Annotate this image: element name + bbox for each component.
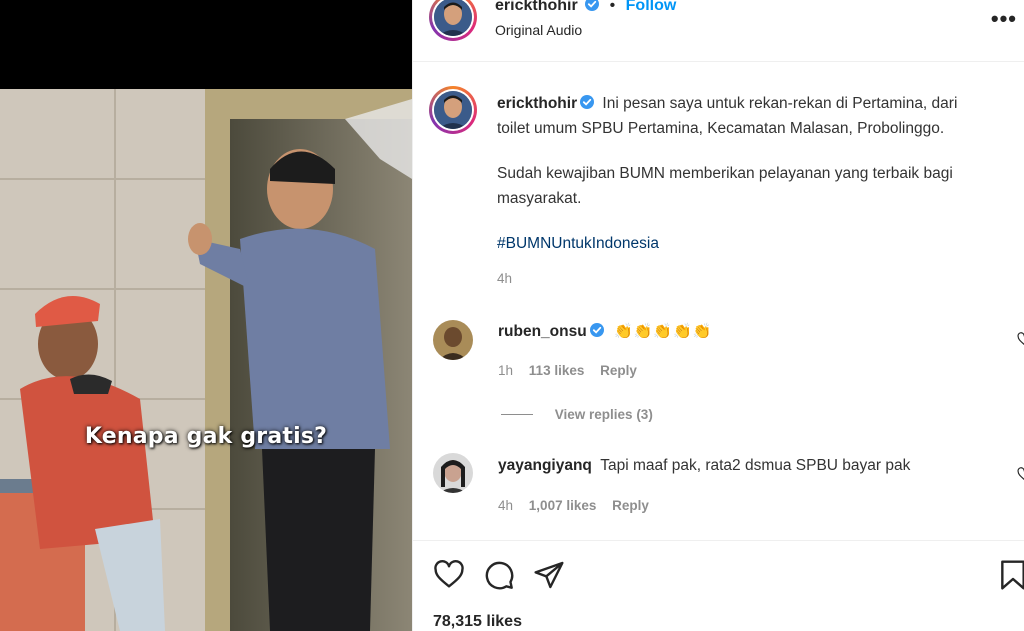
comment-likes[interactable]: 1,007 likes — [529, 498, 597, 513]
post-media[interactable]: Kenapa gak gratis? — [0, 0, 412, 631]
share-paper-plane-icon[interactable] — [533, 559, 565, 591]
author-avatar[interactable] — [429, 0, 477, 41]
more-options-button[interactable]: ••• — [991, 6, 1017, 32]
avatar-portrait-icon — [433, 320, 473, 360]
avatar-portrait-icon — [434, 91, 472, 129]
hashtag-link[interactable]: #BUMNUntukIndonesia — [497, 231, 1017, 256]
like-heart-icon[interactable] — [433, 559, 465, 591]
post-timestamp[interactable]: 4h — [497, 271, 512, 286]
verified-badge-icon — [585, 0, 600, 11]
save-bookmark-icon[interactable] — [997, 559, 1024, 591]
caption-author-avatar[interactable] — [429, 86, 477, 134]
comment-text: Tapi maaf pak, rata2 dsmua SPBU bayar pa… — [600, 457, 911, 474]
caption-text-para2-line2: masyarakat. — [497, 190, 582, 207]
post-actions-bar: 78,315 likes — [413, 540, 1024, 631]
comment-time[interactable]: 4h — [498, 498, 513, 513]
comment-bubble-icon[interactable] — [483, 559, 515, 591]
header-username[interactable]: erickthohir — [495, 0, 578, 14]
commenter-avatar[interactable] — [433, 320, 473, 360]
video-scene-illustration — [0, 89, 412, 631]
avatar-portrait-icon — [433, 453, 473, 493]
post-likes-count[interactable]: 78,315 likes — [433, 613, 522, 631]
comment-username[interactable]: ruben_onsu — [498, 323, 587, 340]
comment-reply-button[interactable]: Reply — [612, 498, 649, 513]
video-frame — [0, 89, 412, 631]
caption-text-para2-line1: Sudah kewajiban BUMN memberikan pelayana… — [497, 165, 953, 182]
verified-badge-icon — [580, 95, 595, 109]
video-caption-overlay: Kenapa gak gratis? — [84, 424, 328, 449]
comment-likes[interactable]: 113 likes — [529, 363, 585, 378]
post-header: erickthohir • Follow Original Audio ••• — [413, 0, 1024, 62]
comment-text: 👏👏👏👏👏 — [614, 322, 713, 340]
view-replies-label: View replies (3) — [554, 407, 653, 422]
comment-time[interactable]: 1h — [498, 363, 513, 378]
comment-like-heart-icon[interactable] — [1017, 332, 1024, 346]
verified-badge-icon — [589, 323, 604, 337]
comment-username[interactable]: yayangiyanq — [498, 457, 592, 474]
caption-text-line1: Ini pesan saya untuk rekan-rekan di Pert… — [602, 95, 958, 112]
view-replies-button[interactable]: View replies (3) — [501, 407, 653, 422]
commenter-avatar[interactable] — [433, 453, 473, 493]
follow-button[interactable]: Follow — [626, 0, 677, 14]
comment-like-heart-icon[interactable] — [1017, 467, 1024, 481]
caption-username[interactable]: erickthohir — [497, 95, 577, 112]
comment-reply-button[interactable]: Reply — [600, 363, 637, 378]
replies-divider-line — [501, 414, 533, 415]
header-separator: • — [609, 0, 616, 14]
audio-label[interactable]: Original Audio — [495, 22, 582, 38]
caption-text-line2: toilet umum SPBU Pertamina, Kecamatan Ma… — [497, 120, 945, 137]
post-sidebar: erickthohir • Follow Original Audio ••• — [412, 0, 1024, 631]
avatar-portrait-icon — [434, 0, 472, 36]
